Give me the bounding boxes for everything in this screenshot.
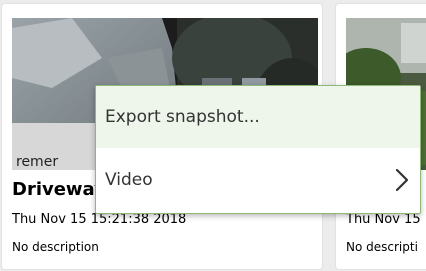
menu-item-label: Export snapshot...: [105, 107, 260, 127]
menu-item-video[interactable]: Video: [96, 148, 420, 212]
menu-item-export-snapshot[interactable]: Export snapshot...: [96, 86, 420, 148]
chevron-right-icon: [395, 168, 409, 192]
card-title: Driveway: [12, 179, 106, 200]
menu-item-label: Video: [105, 170, 153, 190]
card-timestamp: Thu Nov 15: [346, 212, 421, 227]
card-description: No descripti: [346, 240, 418, 254]
context-menu: Export snapshot... Video: [95, 85, 421, 214]
card-description: No description: [12, 240, 99, 254]
card-timestamp: Thu Nov 15 15:21:38 2018: [12, 212, 187, 227]
thumbnail-watermark: remer: [16, 154, 58, 170]
